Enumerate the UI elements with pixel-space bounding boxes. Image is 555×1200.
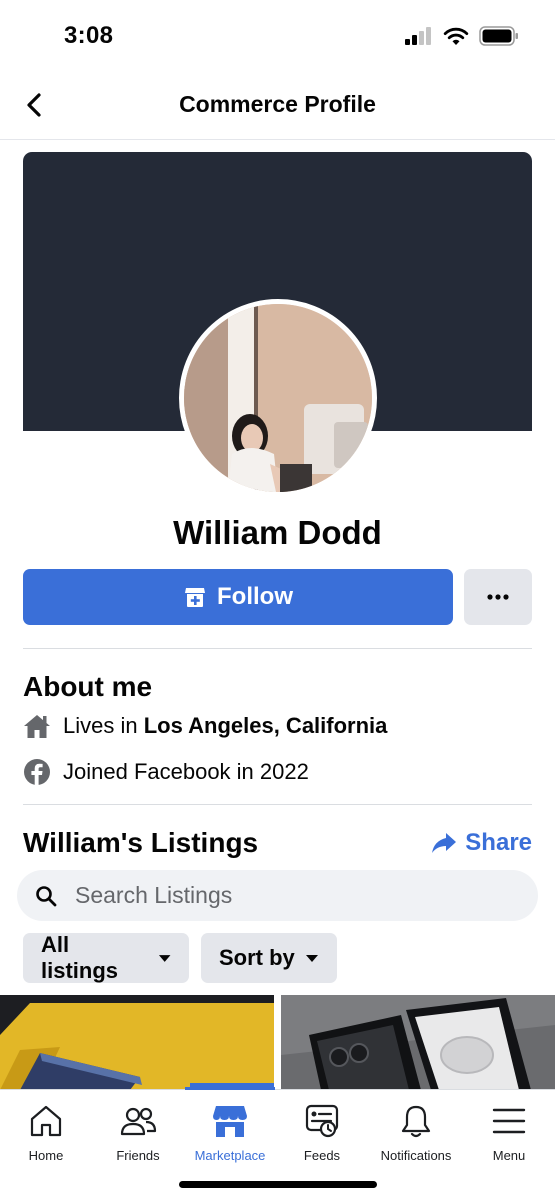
listing-item[interactable]	[0, 995, 274, 1090]
tab-label: Friends	[116, 1148, 160, 1163]
avatar[interactable]	[179, 299, 377, 497]
search-input[interactable]: Search Listings	[17, 870, 538, 921]
divider	[23, 648, 532, 649]
all-listings-label: All listings	[41, 932, 119, 983]
tab-label: Marketplace	[194, 1148, 266, 1163]
marketplace-icon	[213, 1106, 247, 1137]
home-icon	[30, 1105, 62, 1137]
share-label: Share	[465, 829, 532, 856]
listing-item[interactable]	[281, 995, 555, 1090]
divider	[23, 804, 532, 805]
follow-button[interactable]: Follow	[23, 569, 453, 625]
tab-notifications[interactable]: Notifications	[370, 1090, 462, 1170]
bell-icon	[401, 1105, 431, 1138]
joined-text: Joined Facebook in 2022	[63, 759, 309, 784]
home-indicator[interactable]	[179, 1181, 377, 1188]
tab-friends[interactable]: Friends	[92, 1090, 184, 1170]
about-joined-row: Joined Facebook in 2022	[23, 758, 309, 786]
profile-photo	[184, 304, 372, 492]
status-bar: 3:08	[0, 0, 555, 70]
tab-label: Menu	[492, 1148, 526, 1163]
location-text[interactable]: Los Angeles, California	[144, 713, 388, 738]
caret-down-icon	[158, 954, 171, 962]
about-title: About me	[23, 671, 153, 702]
more-options-button[interactable]	[464, 569, 532, 625]
page-title: Commerce Profile	[179, 91, 376, 117]
tab-label: Notifications	[380, 1148, 452, 1163]
wifi-icon	[443, 27, 469, 45]
status-icons	[405, 26, 519, 46]
lives-prefix: Lives in	[63, 713, 144, 738]
nav-bar: Commerce Profile	[0, 70, 555, 140]
tab-label: Home	[28, 1148, 64, 1163]
shop-follow-icon	[185, 588, 205, 607]
sort-by-label: Sort by	[219, 945, 295, 970]
listing-photo	[281, 995, 555, 1090]
share-button[interactable]: Share	[431, 829, 532, 857]
share-arrow-icon	[432, 833, 457, 853]
feeds-icon	[305, 1104, 339, 1138]
house-icon	[24, 715, 50, 738]
listings-title: William's Listings	[23, 827, 259, 858]
facebook-icon	[24, 759, 50, 785]
search-icon	[36, 885, 57, 906]
tab-home[interactable]: Home	[0, 1090, 92, 1170]
signal-icon	[405, 27, 431, 45]
follow-label: Follow	[217, 583, 293, 610]
search-placeholder: Search Listings	[75, 882, 233, 908]
active-tab-indicator	[185, 1087, 275, 1090]
caret-down-icon	[305, 954, 318, 962]
status-time: 3:08	[64, 22, 114, 49]
sort-by-filter[interactable]: Sort by	[201, 933, 337, 983]
friends-icon	[120, 1107, 157, 1136]
tab-feeds[interactable]: Feeds	[276, 1090, 368, 1170]
tab-label: Feeds	[303, 1148, 341, 1163]
menu-icon	[492, 1108, 526, 1134]
tab-marketplace[interactable]: Marketplace	[184, 1087, 276, 1170]
tab-menu[interactable]: Menu	[463, 1090, 555, 1170]
about-location-row: Lives in Los Angeles, California	[23, 712, 387, 740]
listing-photo	[0, 995, 274, 1090]
all-listings-filter[interactable]: All listings	[23, 932, 189, 983]
profile-name: William Dodd	[173, 514, 382, 551]
battery-icon	[479, 26, 518, 46]
more-horizontal-icon	[487, 594, 509, 600]
